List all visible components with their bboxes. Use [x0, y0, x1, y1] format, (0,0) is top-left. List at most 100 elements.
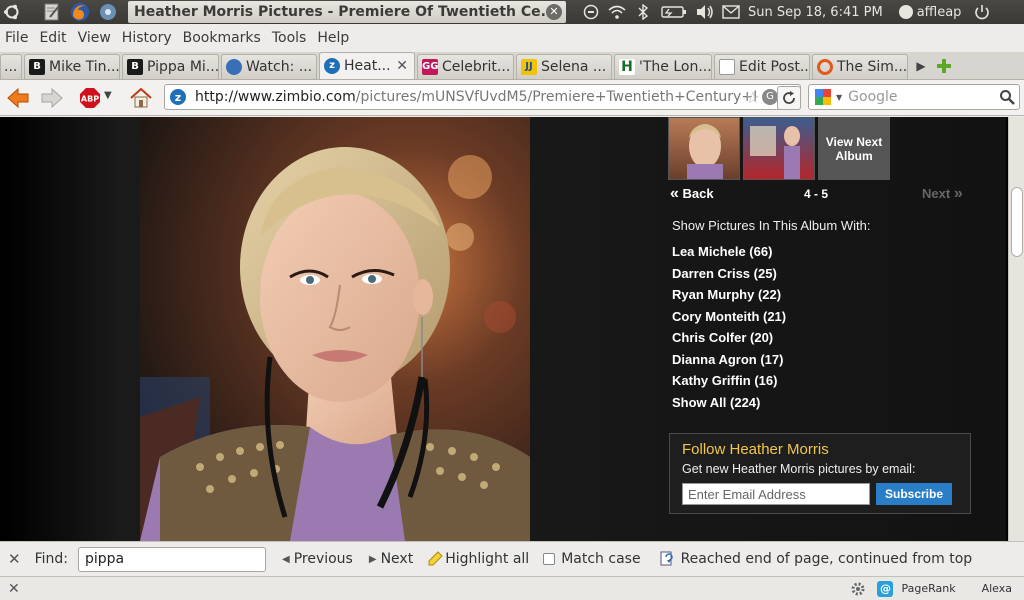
checkbox-box[interactable]: [543, 553, 556, 565]
at-sign-icon[interactable]: @: [877, 580, 894, 597]
menu-history[interactable]: History: [117, 30, 178, 46]
bluetooth-icon[interactable]: [630, 0, 656, 24]
show-all-link[interactable]: Show All (224): [672, 392, 786, 414]
adblock-dropdown-icon[interactable]: ▼: [104, 90, 112, 101]
find-previous-button[interactable]: ◀ Previous: [282, 551, 353, 567]
menu-bookmarks[interactable]: Bookmarks: [178, 30, 267, 46]
close-find-bar-icon[interactable]: ✕: [8, 550, 21, 568]
tab-the-sim[interactable]: The Sim...: [812, 54, 908, 79]
close-tab-icon[interactable]: ✕: [396, 58, 408, 74]
next-link[interactable]: Next »: [922, 185, 963, 203]
tab-selena[interactable]: JJ Selena ...: [516, 54, 612, 79]
menu-tools[interactable]: Tools: [267, 30, 313, 46]
person-link-ryan-murphy[interactable]: Ryan Murphy (22): [672, 284, 786, 306]
h-favicon-icon: H: [619, 59, 635, 75]
reload-icon[interactable]: [777, 86, 801, 110]
scrollbar-thumb[interactable]: [1011, 187, 1023, 257]
tab-label: ...: [4, 59, 18, 75]
site-identity-icon[interactable]: z: [167, 86, 189, 108]
person-link-darren-criss[interactable]: Darren Criss (25): [672, 263, 786, 285]
status-icon[interactable]: [578, 0, 604, 24]
tab-label: The Sim...: [837, 59, 908, 75]
jj-favicon-icon: JJ: [521, 59, 537, 75]
tab-watch[interactable]: Watch: ...: [221, 54, 317, 79]
clock[interactable]: Sun Sep 18, 6:41 PM: [748, 5, 883, 20]
find-next-button[interactable]: ▶ Next: [369, 551, 413, 567]
new-tab-icon[interactable]: [932, 53, 956, 79]
tab-celebrity[interactable]: GG Celebrit...: [417, 54, 514, 79]
menu-bar: File Edit View History Bookmarks Tools H…: [0, 24, 1024, 52]
home-icon[interactable]: [128, 84, 154, 112]
pagerank-label[interactable]: PageRank: [901, 582, 955, 595]
back-link-label: Back: [682, 186, 714, 201]
svg-text:ABP: ABP: [81, 95, 99, 104]
back-icon[interactable]: [4, 84, 32, 112]
highlight-all-button[interactable]: Highlight all: [427, 551, 529, 567]
album-thumbnail-2[interactable]: [743, 117, 815, 180]
tab-label: 'The Lon...: [639, 59, 712, 75]
album-thumbnail-1[interactable]: [668, 117, 740, 180]
highlighter-icon: [428, 551, 443, 566]
g-addon-icon[interactable]: G: [762, 89, 778, 105]
tab-scroll-right-icon[interactable]: ▶: [910, 53, 932, 79]
engine-dropdown-icon[interactable]: ▼: [836, 93, 842, 102]
tab-label: Pippa Mi...: [147, 59, 219, 75]
email-input[interactable]: [682, 483, 870, 505]
tab-label: Edit Post...: [739, 59, 810, 75]
google-engine-icon[interactable]: [813, 87, 833, 107]
alexa-label[interactable]: Alexa: [982, 582, 1012, 595]
tab-the-lon[interactable]: H 'The Lon...: [614, 54, 712, 79]
next-link-label: Next: [922, 186, 951, 201]
power-icon[interactable]: [967, 0, 997, 24]
url-path: /pictures/mUNSVfUvdM5/Premiere+Twentieth…: [355, 89, 758, 105]
person-link-dianna-agron[interactable]: Dianna Agron (17): [672, 349, 786, 371]
main-photo[interactable]: [140, 117, 530, 541]
close-status-icon[interactable]: ✕: [8, 581, 20, 597]
close-window-icon[interactable]: ✕: [546, 4, 562, 20]
tab-overflow[interactable]: ...: [0, 54, 22, 79]
tab-label: Heat...: [344, 58, 391, 74]
volume-icon[interactable]: [692, 0, 718, 24]
search-bar[interactable]: ▼ Google: [808, 84, 1020, 110]
person-link-cory-monteith[interactable]: Cory Monteith (21): [672, 306, 786, 328]
url-bar[interactable]: z http://www.zimbio.com/pictures/mUNSVfU…: [164, 84, 801, 110]
tab-pippa[interactable]: B Pippa Mi...: [122, 54, 219, 79]
forward-icon[interactable]: [38, 84, 66, 112]
menu-help[interactable]: Help: [312, 30, 355, 46]
vertical-scrollbar[interactable]: [1008, 117, 1024, 541]
person-link-kathy-griffin[interactable]: Kathy Griffin (16): [672, 370, 786, 392]
settings-launcher-icon[interactable]: [94, 0, 122, 24]
back-link[interactable]: « Back: [670, 185, 714, 203]
tab-edit-post[interactable]: Edit Post...: [714, 54, 810, 79]
subscribe-button[interactable]: Subscribe: [876, 483, 952, 505]
menu-view[interactable]: View: [73, 30, 117, 46]
find-input[interactable]: [77, 546, 266, 572]
tab-mike-tindall[interactable]: B Mike Tin...: [24, 54, 120, 79]
view-next-album-button[interactable]: View Next Album: [818, 117, 890, 180]
menu-edit[interactable]: Edit: [34, 30, 72, 46]
mail-icon[interactable]: [718, 0, 744, 24]
person-link-lea-michele[interactable]: Lea Michele (66): [672, 241, 786, 263]
find-next-label: Next: [380, 551, 414, 567]
wifi-icon[interactable]: [604, 0, 630, 24]
ubuntu-logo-icon[interactable]: [0, 0, 24, 24]
text-editor-launcher-icon[interactable]: [38, 0, 66, 24]
bookmark-star-icon[interactable]: ☆: [746, 88, 760, 107]
globe-favicon-icon: [226, 59, 242, 75]
double-chevron-left-icon: «: [670, 185, 679, 202]
tab-heather-morris[interactable]: z Heat... ✕: [319, 52, 415, 79]
gear-icon[interactable]: [849, 580, 867, 598]
user-name[interactable]: affleap: [917, 5, 962, 20]
user-icon[interactable]: [895, 0, 917, 24]
battery-icon[interactable]: [656, 0, 692, 24]
page-content: View Next Album « Back 4 - 5 Next » Show…: [0, 117, 1008, 541]
follow-title: Follow Heather Morris: [682, 441, 829, 458]
menu-file[interactable]: File: [0, 30, 34, 46]
firefox-launcher-icon[interactable]: [66, 0, 94, 24]
search-icon[interactable]: [999, 89, 1015, 105]
match-case-checkbox[interactable]: Match case: [543, 551, 641, 567]
follow-box: Follow Heather Morris Get new Heather Mo…: [669, 433, 971, 514]
tab-label: Watch: ...: [246, 59, 313, 75]
adblock-icon[interactable]: ABP: [78, 84, 102, 112]
person-link-chris-colfer[interactable]: Chris Colfer (20): [672, 327, 786, 349]
